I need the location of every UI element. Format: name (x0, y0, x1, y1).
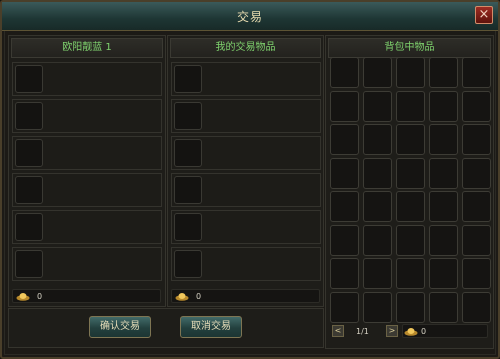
title-bar[interactable]: 交易 × (2, 2, 498, 31)
bag-gold-amount: 0 (421, 327, 427, 336)
bag-slot[interactable] (330, 124, 359, 155)
bag-slot[interactable] (462, 157, 491, 189)
window-title: 交易 (236, 10, 263, 24)
bag-slot[interactable] (462, 258, 491, 289)
bag-slot[interactable] (396, 224, 425, 256)
bag-slot[interactable] (429, 191, 458, 222)
bag-slot[interactable] (396, 90, 425, 122)
trade-window: 交易 × 欧阳靓蓝 1 0 我的交易物品 0 确认交易 取消交易 背包中物品 <… (0, 0, 500, 359)
bag-slot[interactable] (462, 90, 491, 122)
bag-slot[interactable] (363, 90, 392, 122)
partner-trade-slot[interactable] (12, 247, 162, 281)
item-icon-frame (15, 65, 43, 93)
partner-trade-slot[interactable] (12, 173, 162, 207)
item-icon-frame (15, 213, 43, 241)
prev-page-button[interactable]: < (332, 325, 344, 337)
page-indicator: 1/1 (356, 327, 369, 336)
my-trade-slot[interactable] (171, 173, 321, 207)
item-icon-frame (15, 139, 43, 167)
my-trade-slot[interactable] (171, 99, 321, 133)
close-button[interactable]: × (475, 6, 493, 24)
bag-slot[interactable] (330, 291, 359, 323)
bag-slot[interactable] (330, 57, 359, 88)
partner-gold-bar: 0 (12, 289, 161, 303)
gold-ingot-icon (404, 328, 418, 336)
bag-slot[interactable] (396, 124, 425, 155)
next-page-button[interactable]: > (386, 325, 398, 337)
bag-slot[interactable] (396, 57, 425, 88)
bag-slot[interactable] (330, 224, 359, 256)
partner-gold-amount: 0 (37, 292, 43, 301)
bag-slot[interactable] (462, 124, 491, 155)
gold-ingot-icon (175, 293, 189, 301)
my-trade-slot[interactable] (171, 210, 321, 244)
item-icon-frame (174, 102, 202, 130)
bag-slot[interactable] (363, 224, 392, 256)
my-panel: 我的交易物品 0 (167, 35, 324, 307)
item-icon-frame (15, 102, 43, 130)
item-icon-frame (174, 65, 202, 93)
bag-slot[interactable] (429, 291, 458, 323)
partner-panel: 欧阳靓蓝 1 0 (8, 35, 166, 307)
item-icon-frame (174, 213, 202, 241)
bag-slot[interactable] (330, 90, 359, 122)
bag-slot[interactable] (462, 57, 491, 88)
action-area: 确认交易 取消交易 (8, 308, 324, 348)
bag-slot[interactable] (396, 291, 425, 323)
bag-slot[interactable] (429, 258, 458, 289)
confirm-trade-button[interactable]: 确认交易 (89, 316, 151, 338)
bag-slot[interactable] (429, 224, 458, 256)
bag-slot[interactable] (429, 157, 458, 189)
item-icon-frame (174, 139, 202, 167)
partner-trade-slot[interactable] (12, 62, 162, 96)
bag-slot[interactable] (330, 191, 359, 222)
my-gold-input[interactable]: 0 (171, 289, 320, 303)
my-gold-amount: 0 (196, 292, 202, 301)
bag-slot[interactable] (429, 57, 458, 88)
my-items-header: 我的交易物品 (170, 38, 321, 58)
bag-slot[interactable] (363, 57, 392, 88)
item-icon-frame (15, 176, 43, 204)
item-icon-frame (15, 250, 43, 278)
bag-slot[interactable] (363, 191, 392, 222)
my-trade-slot[interactable] (171, 62, 321, 96)
item-icon-frame (174, 250, 202, 278)
my-trade-slot[interactable] (171, 247, 321, 281)
gold-ingot-icon (16, 293, 30, 301)
bag-slot[interactable] (462, 191, 491, 222)
bag-slot[interactable] (396, 258, 425, 289)
bag-slot[interactable] (363, 124, 392, 155)
bag-slot[interactable] (396, 191, 425, 222)
bag-header: 背包中物品 (328, 38, 491, 58)
bag-gold-bar: 0 (402, 324, 488, 338)
bag-slot[interactable] (363, 258, 392, 289)
bag-slot[interactable] (330, 258, 359, 289)
bag-panel: 背包中物品 < 1/1 > 0 (325, 35, 494, 349)
bag-slot[interactable] (462, 291, 491, 323)
bag-slot[interactable] (462, 224, 491, 256)
partner-name-header: 欧阳靓蓝 1 (11, 38, 163, 58)
bag-slot[interactable] (330, 157, 359, 189)
cancel-trade-button[interactable]: 取消交易 (180, 316, 242, 338)
my-trade-slot[interactable] (171, 136, 321, 170)
partner-trade-slot[interactable] (12, 99, 162, 133)
bag-slot[interactable] (429, 90, 458, 122)
partner-trade-slot[interactable] (12, 136, 162, 170)
bag-slot[interactable] (396, 157, 425, 189)
bag-slot[interactable] (363, 291, 392, 323)
item-icon-frame (174, 176, 202, 204)
bag-slot[interactable] (363, 157, 392, 189)
partner-trade-slot[interactable] (12, 210, 162, 244)
bag-slot[interactable] (429, 124, 458, 155)
